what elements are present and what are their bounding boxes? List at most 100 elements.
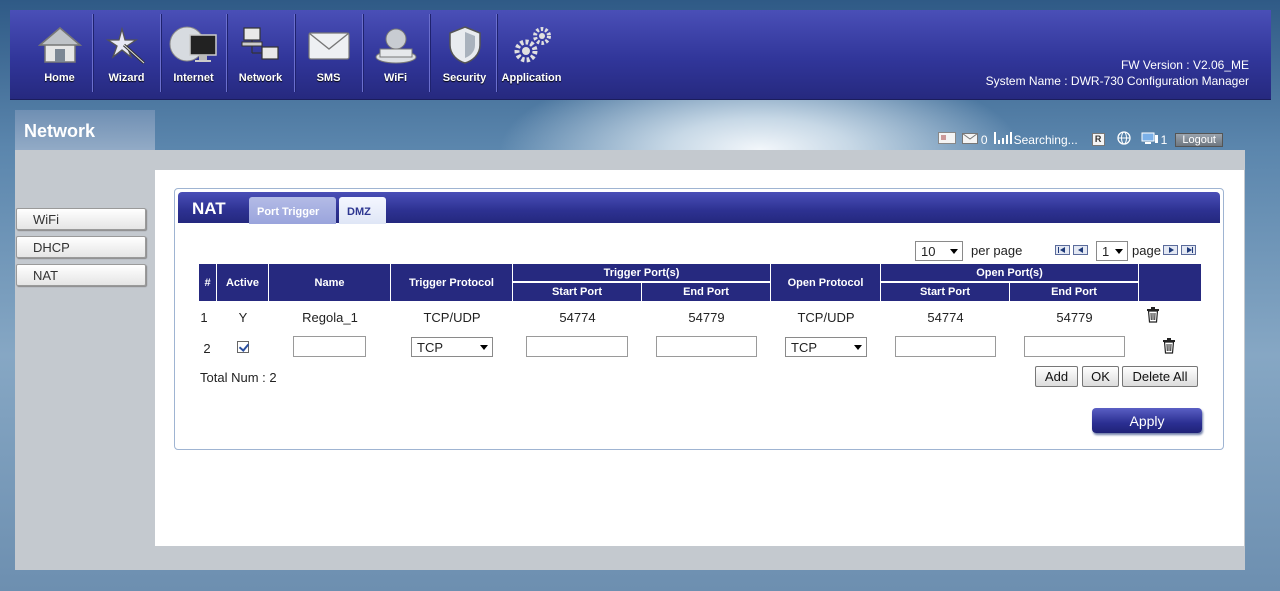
open-start-port-input[interactable]: [895, 336, 996, 357]
col-header-name: Name: [269, 264, 391, 301]
sidebar-item-label: DHCP: [33, 240, 70, 255]
row-num: 1: [200, 309, 208, 325]
security-icon: [446, 25, 484, 72]
nav-internet-label: Internet: [173, 72, 214, 84]
nav-wifi-label: WiFi: [383, 72, 408, 84]
per-page-select[interactable]: 10: [915, 241, 963, 261]
nav-separator: [429, 14, 430, 92]
col-header-open-protocol: Open Protocol: [771, 264, 881, 301]
system-name: System Name : DWR-730 Configuration Mana…: [985, 74, 1249, 88]
open-protocol-value: TCP: [791, 340, 817, 355]
next-page-icon[interactable]: [1163, 245, 1178, 255]
nav-sms-label: SMS: [316, 72, 341, 84]
clients-count: 1: [1160, 132, 1168, 147]
sidebar-item-label: NAT: [33, 268, 59, 283]
sms-count: 0: [980, 132, 988, 147]
nav-network[interactable]: Network: [227, 10, 294, 90]
first-page-icon[interactable]: [1055, 245, 1070, 255]
nav-application-label: Application: [501, 72, 562, 84]
nav-wizard-label: Wizard: [108, 72, 145, 84]
page-select[interactable]: 1: [1096, 241, 1128, 261]
nav-security-label: Security: [442, 72, 487, 84]
firmware-info: FW Version : V2.06_ME System Name : DWR-…: [986, 57, 1249, 89]
open-protocol-select[interactable]: TCP: [785, 337, 867, 357]
col-header-trigger-start: Start Port: [513, 283, 642, 301]
sidebar-item-label: WiFi: [33, 212, 59, 227]
col-header-open-ports: Open Port(s): [881, 264, 1139, 282]
col-header-active: Active: [217, 264, 269, 301]
row-trigger-protocol: TCP/UDP: [423, 309, 481, 325]
network-icon: [240, 25, 282, 72]
section-title-text: Network: [24, 121, 96, 141]
internet-icon: [168, 25, 220, 72]
nat-title: NAT: [192, 199, 226, 218]
nav-wizard[interactable]: Wizard: [93, 10, 160, 90]
logout-button[interactable]: Logout: [1175, 132, 1223, 147]
top-nav-bar: Home Wizard Internet Network SMS WiFi Se…: [10, 10, 1271, 100]
row-open-end: 54779: [1056, 309, 1093, 325]
prev-page-icon[interactable]: [1073, 245, 1088, 255]
trash-icon[interactable]: [1162, 338, 1176, 357]
ok-button[interactable]: OK: [1082, 366, 1119, 387]
nav-sms[interactable]: SMS: [295, 10, 362, 90]
trigger-start-port-input[interactable]: [526, 336, 628, 357]
sidebar-item-wifi[interactable]: WiFi: [16, 208, 146, 230]
trigger-protocol-select[interactable]: TCP: [411, 337, 493, 357]
row-name: Regola_1: [302, 309, 358, 325]
chevron-down-icon: [950, 249, 958, 254]
nav-internet[interactable]: Internet: [160, 10, 227, 90]
add-button[interactable]: Add: [1035, 366, 1078, 387]
row-trigger-start: 54774: [559, 309, 596, 325]
last-page-icon[interactable]: [1181, 245, 1196, 255]
col-header-trigger-end: End Port: [642, 283, 771, 301]
nav-security[interactable]: Security: [431, 10, 498, 90]
trash-icon[interactable]: [1146, 307, 1160, 326]
envelope-icon: [961, 132, 978, 147]
sms-icon: [307, 25, 351, 72]
name-input[interactable]: [293, 336, 366, 357]
page-label: page: [1132, 243, 1161, 258]
col-header-open-start: Start Port: [881, 283, 1010, 301]
nav-separator: [496, 14, 497, 92]
signal-icon: [993, 132, 1012, 147]
sidebar-item-nat[interactable]: NAT: [16, 264, 146, 286]
row-open-protocol: TCP/UDP: [797, 309, 855, 325]
active-checkbox[interactable]: [237, 341, 249, 353]
col-header-trigger-ports: Trigger Port(s): [513, 264, 771, 282]
nav-wifi[interactable]: WiFi: [362, 10, 429, 90]
globe-icon: [1117, 131, 1131, 148]
trigger-protocol-value: TCP: [417, 340, 443, 355]
nav-network-label: Network: [238, 72, 283, 84]
tab-port-trigger[interactable]: Port Trigger: [249, 197, 336, 224]
per-page-label: per page: [971, 243, 1023, 258]
roaming-icon: R: [1091, 133, 1105, 146]
apply-button[interactable]: Apply: [1092, 408, 1202, 433]
sim-icon: [937, 132, 956, 147]
home-icon: [37, 25, 83, 72]
delete-all-button[interactable]: Delete All: [1122, 366, 1198, 387]
fw-version: FW Version : V2.06_ME: [1120, 58, 1249, 72]
sidebar-item-dhcp[interactable]: DHCP: [16, 236, 146, 258]
application-icon: [510, 25, 554, 72]
nav-home[interactable]: Home: [26, 10, 93, 90]
col-header-open-end: End Port: [1010, 283, 1139, 301]
trigger-end-port-input[interactable]: [656, 336, 757, 357]
connected-devices-icon: [1141, 132, 1159, 148]
col-header-trigger-protocol: Trigger Protocol: [391, 264, 513, 301]
row-active: Y: [238, 309, 248, 325]
per-page-value: 10: [921, 244, 936, 259]
page-value: 1: [1102, 244, 1110, 259]
tab-dmz[interactable]: DMZ: [339, 197, 386, 224]
total-num: Total Num : 2: [200, 370, 277, 385]
chevron-down-icon: [854, 345, 862, 350]
nav-home-label: Home: [44, 72, 75, 84]
wifi-icon: [374, 25, 418, 72]
row-open-start: 54774: [927, 309, 964, 325]
open-end-port-input[interactable]: [1024, 336, 1125, 357]
nat-header: NAT Port Trigger DMZ: [178, 192, 1220, 224]
col-header-num: #: [199, 264, 217, 301]
wizard-icon: [105, 25, 148, 72]
nav-application[interactable]: Application: [498, 10, 565, 90]
status-bar: 0 Searching... R 1 Logout: [155, 128, 1245, 150]
row-trigger-end: 54779: [688, 309, 725, 325]
